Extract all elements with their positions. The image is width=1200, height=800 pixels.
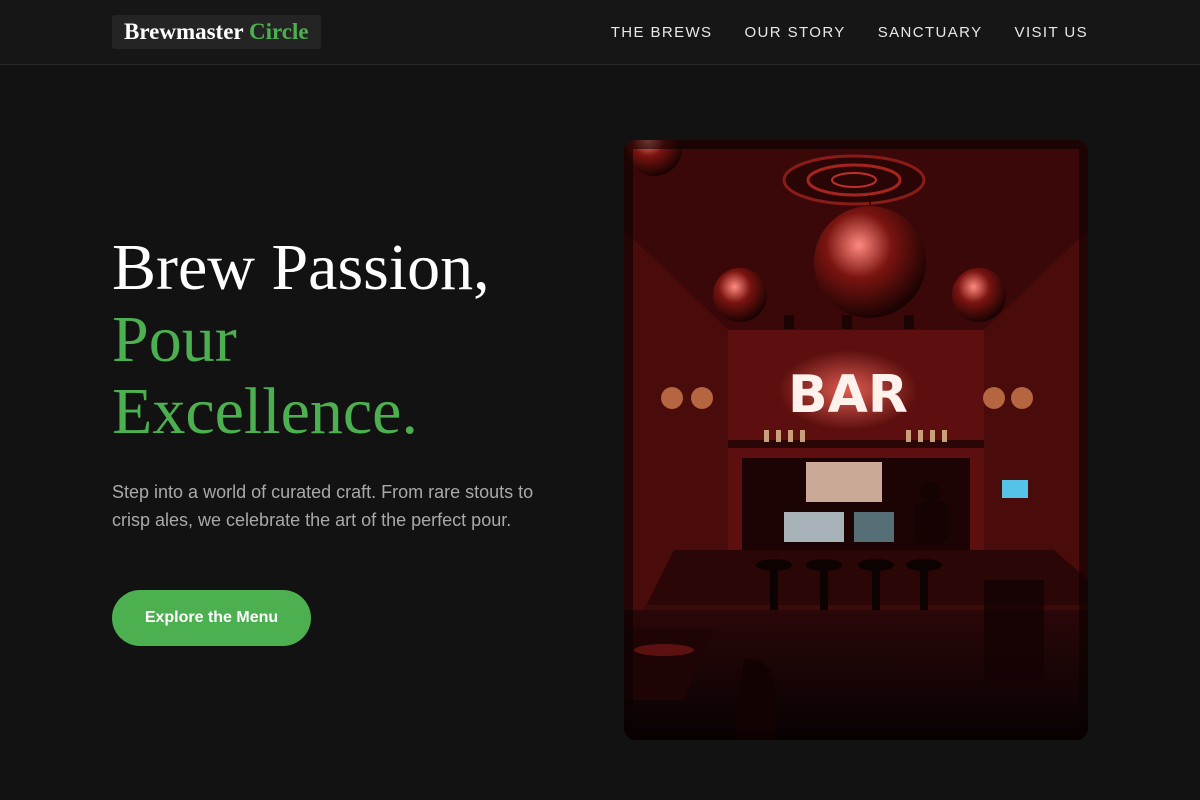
explore-menu-button[interactable]: Explore the Menu bbox=[112, 590, 311, 646]
headline-line-1: Brew Passion, bbox=[112, 231, 490, 304]
hero-section: Brew Passion, Pour Excellence. Step into… bbox=[112, 232, 572, 534]
brand-name-accent: Circle bbox=[248, 19, 309, 44]
main-nav: THE BREWS OUR STORY SANCTUARY VISIT US bbox=[611, 0, 1088, 64]
headline-line-3: Excellence. bbox=[112, 375, 418, 448]
nav-item-our-story[interactable]: OUR STORY bbox=[744, 24, 845, 41]
hero-bar-photo: BAR bbox=[624, 140, 1088, 740]
bar-neon-sign: BAR bbox=[788, 365, 908, 425]
brand-logo[interactable]: Brewmaster Circle bbox=[112, 15, 321, 49]
hero-lead-text: Step into a world of curated craft. From… bbox=[112, 482, 534, 530]
nav-item-the-brews[interactable]: THE BREWS bbox=[611, 24, 713, 41]
hero-headline: Brew Passion, Pour Excellence. bbox=[112, 232, 572, 448]
headline-line-2: Pour bbox=[112, 303, 237, 376]
site-header: Brewmaster Circle THE BREWS OUR STORY SA… bbox=[0, 0, 1200, 65]
nav-item-visit-us[interactable]: VISIT US bbox=[1015, 24, 1088, 41]
nav-item-sanctuary[interactable]: SANCTUARY bbox=[878, 24, 983, 41]
bar-interior-illustration: BAR bbox=[624, 140, 1088, 740]
brand-name-primary: Brewmaster bbox=[124, 19, 244, 44]
